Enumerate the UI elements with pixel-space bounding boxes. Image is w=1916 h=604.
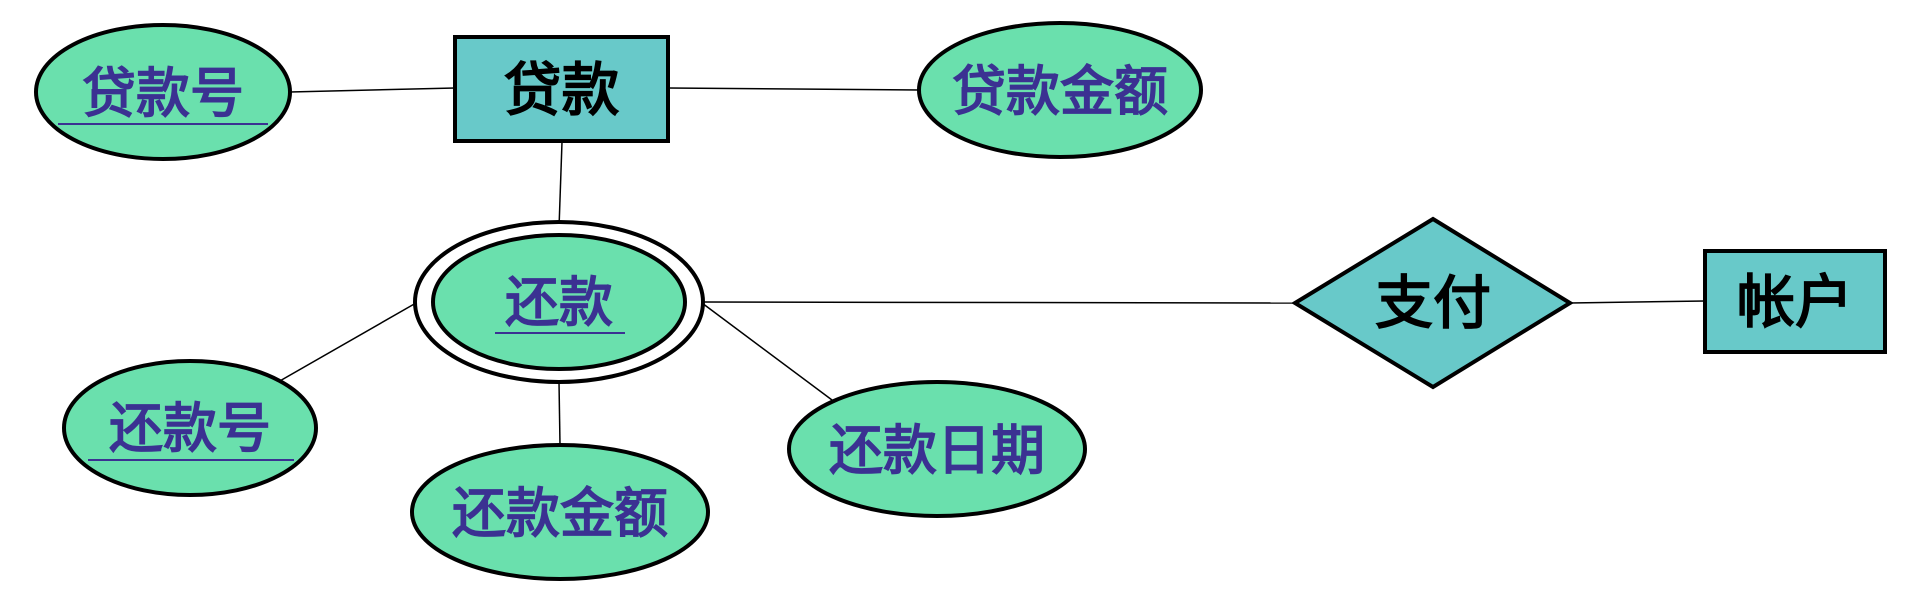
edge-payment-payment-date <box>701 302 833 401</box>
entity-account-label: 帐户 <box>1737 268 1853 336</box>
weak-entity-payment[interactable]: 还款 <box>413 220 705 384</box>
attribute-payment-amount-label: 还款金额 <box>452 481 668 545</box>
entity-loan[interactable]: 贷款 <box>453 35 670 143</box>
edge-payment-payment-number <box>277 302 417 383</box>
weak-entity-payment-label: 还款 <box>505 270 613 334</box>
edge-pay-relationship-account <box>1569 300 1706 304</box>
attribute-payment-number-label: 还款号 <box>109 396 271 460</box>
attribute-loan-number[interactable]: 贷款号 <box>34 23 292 161</box>
attribute-payment-number[interactable]: 还款号 <box>62 359 318 497</box>
relationship-pay[interactable]: 支付 <box>1291 216 1574 390</box>
edge-loan-loan-amount <box>667 87 921 91</box>
entity-account[interactable]: 帐户 <box>1703 249 1887 354</box>
attribute-payment-date[interactable]: 还款日期 <box>787 380 1087 518</box>
edge-payment-payment-amount <box>558 381 561 446</box>
er-diagram: 贷款 帐户 支付 还款 贷款号 贷款金额 还款号 还款金额 还款日期 <box>34 21 1887 581</box>
edge-payment-pay-relationship <box>702 301 1296 304</box>
edge-loan-number-loan <box>289 87 456 93</box>
entity-loan-label: 贷款 <box>503 56 619 124</box>
edge-loan-payment <box>558 141 563 229</box>
attribute-loan-amount-label: 贷款金额 <box>952 59 1168 123</box>
attribute-payment-date-label: 还款日期 <box>829 418 1045 482</box>
attribute-loan-number-label: 贷款号 <box>82 61 244 125</box>
attribute-payment-amount[interactable]: 还款金额 <box>410 443 710 581</box>
attribute-loan-amount[interactable]: 贷款金额 <box>917 21 1203 159</box>
relationship-pay-label: 支付 <box>1375 269 1491 337</box>
